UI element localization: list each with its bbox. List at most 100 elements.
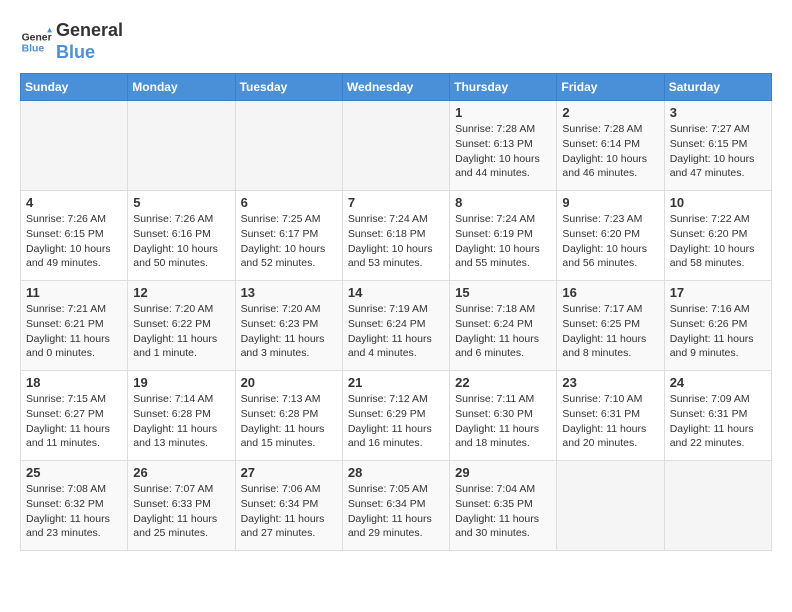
calendar-cell: 12 Sunrise: 7:20 AM Sunset: 6:22 PM Dayli… [128, 281, 235, 371]
day-number: 16 [562, 285, 658, 300]
calendar-cell [664, 461, 771, 551]
calendar-cell: 13 Sunrise: 7:20 AM Sunset: 6:23 PM Dayli… [235, 281, 342, 371]
day-number: 15 [455, 285, 551, 300]
weekday-header: Saturday [664, 74, 771, 101]
calendar-cell [21, 101, 128, 191]
day-info: Sunrise: 7:21 AM Sunset: 6:21 PM Dayligh… [26, 302, 122, 361]
weekday-header: Friday [557, 74, 664, 101]
day-number: 29 [455, 465, 551, 480]
day-info: Sunrise: 7:18 AM Sunset: 6:24 PM Dayligh… [455, 302, 551, 361]
calendar-cell: 27 Sunrise: 7:06 AM Sunset: 6:34 PM Dayli… [235, 461, 342, 551]
calendar-cell: 22 Sunrise: 7:11 AM Sunset: 6:30 PM Dayli… [450, 371, 557, 461]
day-info: Sunrise: 7:04 AM Sunset: 6:35 PM Dayligh… [455, 482, 551, 541]
calendar-cell [235, 101, 342, 191]
weekday-header: Sunday [21, 74, 128, 101]
day-number: 17 [670, 285, 766, 300]
day-number: 19 [133, 375, 229, 390]
calendar-cell [342, 101, 449, 191]
day-number: 18 [26, 375, 122, 390]
day-number: 26 [133, 465, 229, 480]
day-number: 27 [241, 465, 337, 480]
week-row: 1 Sunrise: 7:28 AM Sunset: 6:13 PM Daylig… [21, 101, 772, 191]
calendar-cell: 11 Sunrise: 7:21 AM Sunset: 6:21 PM Dayli… [21, 281, 128, 371]
day-info: Sunrise: 7:28 AM Sunset: 6:14 PM Dayligh… [562, 122, 658, 181]
day-number: 24 [670, 375, 766, 390]
day-number: 23 [562, 375, 658, 390]
day-number: 8 [455, 195, 551, 210]
day-info: Sunrise: 7:06 AM Sunset: 6:34 PM Dayligh… [241, 482, 337, 541]
calendar-cell: 14 Sunrise: 7:19 AM Sunset: 6:24 PM Dayli… [342, 281, 449, 371]
week-row: 11 Sunrise: 7:21 AM Sunset: 6:21 PM Dayli… [21, 281, 772, 371]
page-header: General Blue General Blue [20, 20, 772, 63]
logo-icon: General Blue [20, 26, 52, 58]
day-info: Sunrise: 7:26 AM Sunset: 6:15 PM Dayligh… [26, 212, 122, 271]
calendar-cell: 16 Sunrise: 7:17 AM Sunset: 6:25 PM Dayli… [557, 281, 664, 371]
day-info: Sunrise: 7:22 AM Sunset: 6:20 PM Dayligh… [670, 212, 766, 271]
day-number: 9 [562, 195, 658, 210]
week-row: 18 Sunrise: 7:15 AM Sunset: 6:27 PM Dayli… [21, 371, 772, 461]
day-info: Sunrise: 7:23 AM Sunset: 6:20 PM Dayligh… [562, 212, 658, 271]
calendar-cell: 25 Sunrise: 7:08 AM Sunset: 6:32 PM Dayli… [21, 461, 128, 551]
calendar-cell: 28Sunrise: 7:05 AM Sunset: 6:34 PM Dayli… [342, 461, 449, 551]
svg-text:General: General [22, 32, 52, 43]
day-info: Sunrise: 7:25 AM Sunset: 6:17 PM Dayligh… [241, 212, 337, 271]
calendar-cell: 4 Sunrise: 7:26 AM Sunset: 6:15 PM Daylig… [21, 191, 128, 281]
day-info: Sunrise: 7:20 AM Sunset: 6:22 PM Dayligh… [133, 302, 229, 361]
day-number: 6 [241, 195, 337, 210]
calendar-cell: 7 Sunrise: 7:24 AM Sunset: 6:18 PM Daylig… [342, 191, 449, 281]
calendar-cell: 24Sunrise: 7:09 AM Sunset: 6:31 PM Dayli… [664, 371, 771, 461]
calendar-cell [128, 101, 235, 191]
calendar-cell: 20 Sunrise: 7:13 AM Sunset: 6:28 PM Dayli… [235, 371, 342, 461]
day-number: 7 [348, 195, 444, 210]
calendar-cell: 15 Sunrise: 7:18 AM Sunset: 6:24 PM Dayli… [450, 281, 557, 371]
weekday-header: Wednesday [342, 74, 449, 101]
day-info: Sunrise: 7:28 AM Sunset: 6:13 PM Dayligh… [455, 122, 551, 181]
day-info: Sunrise: 7:17 AM Sunset: 6:25 PM Dayligh… [562, 302, 658, 361]
day-info: Sunrise: 7:27 AM Sunset: 6:15 PM Dayligh… [670, 122, 766, 181]
calendar-cell: 23Sunrise: 7:10 AM Sunset: 6:31 PM Dayli… [557, 371, 664, 461]
day-info: Sunrise: 7:05 AM Sunset: 6:34 PM Dayligh… [348, 482, 444, 541]
calendar-cell: 21Sunrise: 7:12 AM Sunset: 6:29 PM Dayli… [342, 371, 449, 461]
day-info: Sunrise: 7:20 AM Sunset: 6:23 PM Dayligh… [241, 302, 337, 361]
day-number: 20 [241, 375, 337, 390]
calendar-cell: 17Sunrise: 7:16 AM Sunset: 6:26 PM Dayli… [664, 281, 771, 371]
day-number: 3 [670, 105, 766, 120]
calendar-cell: 19 Sunrise: 7:14 AM Sunset: 6:28 PM Dayli… [128, 371, 235, 461]
day-info: Sunrise: 7:24 AM Sunset: 6:18 PM Dayligh… [348, 212, 444, 271]
day-number: 1 [455, 105, 551, 120]
day-number: 25 [26, 465, 122, 480]
day-number: 4 [26, 195, 122, 210]
day-info: Sunrise: 7:24 AM Sunset: 6:19 PM Dayligh… [455, 212, 551, 271]
calendar-cell: 1 Sunrise: 7:28 AM Sunset: 6:13 PM Daylig… [450, 101, 557, 191]
calendar-cell: 6 Sunrise: 7:25 AM Sunset: 6:17 PM Daylig… [235, 191, 342, 281]
calendar-table: SundayMondayTuesdayWednesdayThursdayFrid… [20, 73, 772, 551]
day-info: Sunrise: 7:14 AM Sunset: 6:28 PM Dayligh… [133, 392, 229, 451]
weekday-header: Monday [128, 74, 235, 101]
calendar-cell: 29 Sunrise: 7:04 AM Sunset: 6:35 PM Dayli… [450, 461, 557, 551]
day-number: 10 [670, 195, 766, 210]
day-info: Sunrise: 7:15 AM Sunset: 6:27 PM Dayligh… [26, 392, 122, 451]
calendar-cell: 18 Sunrise: 7:15 AM Sunset: 6:27 PM Dayli… [21, 371, 128, 461]
day-number: 11 [26, 285, 122, 300]
calendar-cell [557, 461, 664, 551]
calendar-cell: 10 Sunrise: 7:22 AM Sunset: 6:20 PM Dayli… [664, 191, 771, 281]
day-number: 14 [348, 285, 444, 300]
weekday-header: Tuesday [235, 74, 342, 101]
svg-text:Blue: Blue [22, 43, 45, 54]
calendar-cell: 3 Sunrise: 7:27 AM Sunset: 6:15 PM Daylig… [664, 101, 771, 191]
calendar-cell: 2Sunrise: 7:28 AM Sunset: 6:14 PM Daylig… [557, 101, 664, 191]
calendar-cell: 9 Sunrise: 7:23 AM Sunset: 6:20 PM Daylig… [557, 191, 664, 281]
day-number: 5 [133, 195, 229, 210]
weekday-header-row: SundayMondayTuesdayWednesdayThursdayFrid… [21, 74, 772, 101]
day-info: Sunrise: 7:08 AM Sunset: 6:32 PM Dayligh… [26, 482, 122, 541]
day-info: Sunrise: 7:13 AM Sunset: 6:28 PM Dayligh… [241, 392, 337, 451]
day-number: 22 [455, 375, 551, 390]
calendar-cell: 5Sunrise: 7:26 AM Sunset: 6:16 PM Daylig… [128, 191, 235, 281]
day-info: Sunrise: 7:11 AM Sunset: 6:30 PM Dayligh… [455, 392, 551, 451]
day-number: 21 [348, 375, 444, 390]
day-info: Sunrise: 7:19 AM Sunset: 6:24 PM Dayligh… [348, 302, 444, 361]
week-row: 4 Sunrise: 7:26 AM Sunset: 6:15 PM Daylig… [21, 191, 772, 281]
day-number: 12 [133, 285, 229, 300]
day-info: Sunrise: 7:07 AM Sunset: 6:33 PM Dayligh… [133, 482, 229, 541]
day-number: 13 [241, 285, 337, 300]
